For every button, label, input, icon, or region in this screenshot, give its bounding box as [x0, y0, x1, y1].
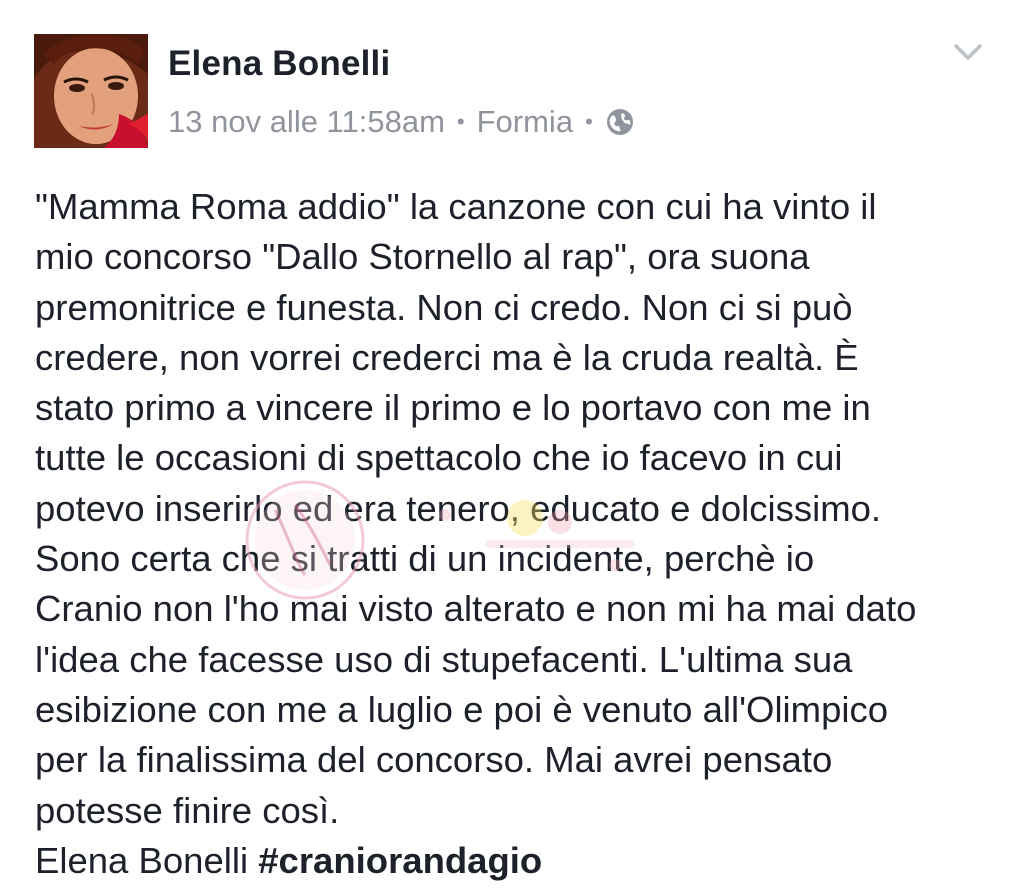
post-meta: 13 nov alle 11:58am • Formia •: [168, 102, 635, 142]
post-text-line: credere, non vorrei crederci ma è la cru…: [35, 336, 859, 378]
post-text-line: premonitrice e funesta. Non ci credo. No…: [35, 286, 853, 328]
post-timestamp[interactable]: 13 nov alle 11:58am: [168, 104, 445, 140]
post-text-line: potevo inserirlo ed era tenero, educato …: [35, 487, 882, 529]
post-body: "Mamma Roma addio" la canzone con cui ha…: [35, 182, 1010, 886]
post-text-line: "Mamma Roma addio" la canzone con cui ha…: [35, 186, 877, 227]
post-location[interactable]: Formia: [477, 104, 573, 140]
chevron-down-icon[interactable]: [950, 38, 986, 66]
post-text-line: stato primo a vincere il primo e lo port…: [35, 387, 871, 429]
globe-icon[interactable]: [605, 107, 635, 137]
signature-name: Elena Bonelli: [35, 839, 249, 881]
meta-separator: •: [456, 109, 465, 134]
post-text-line: tutte le occasioni di spettacolo che io …: [35, 437, 843, 479]
post-text-line: esibizione con me a luglio e poi è venut…: [35, 688, 889, 730]
hashtag-link[interactable]: #craniorandagio: [258, 840, 542, 881]
post-text-line: l'idea che facesse uso di stupefacenti. …: [35, 638, 853, 680]
facebook-post: Elena Bonelli 13 nov alle 11:58am • Form…: [0, 0, 1024, 896]
post-text-line: Sono certa che si tratti di un incidente…: [35, 538, 815, 580]
post-text-line: per la finalissima del concorso. Mai avr…: [35, 739, 833, 781]
post-text-line: mio concorso "Dallo Stornello al rap", o…: [35, 236, 810, 278]
post-text-line: potesse finire così.: [35, 789, 340, 831]
post-signature-line: Elena Bonelli #craniorandagio: [35, 836, 1010, 886]
post-text-line: Cranio non l'ho mai visto alterato e non…: [35, 588, 917, 630]
avatar[interactable]: [34, 34, 148, 148]
meta-separator: •: [585, 109, 593, 134]
avatar-photo: [34, 34, 148, 148]
author-name[interactable]: Elena Bonelli: [168, 44, 390, 84]
